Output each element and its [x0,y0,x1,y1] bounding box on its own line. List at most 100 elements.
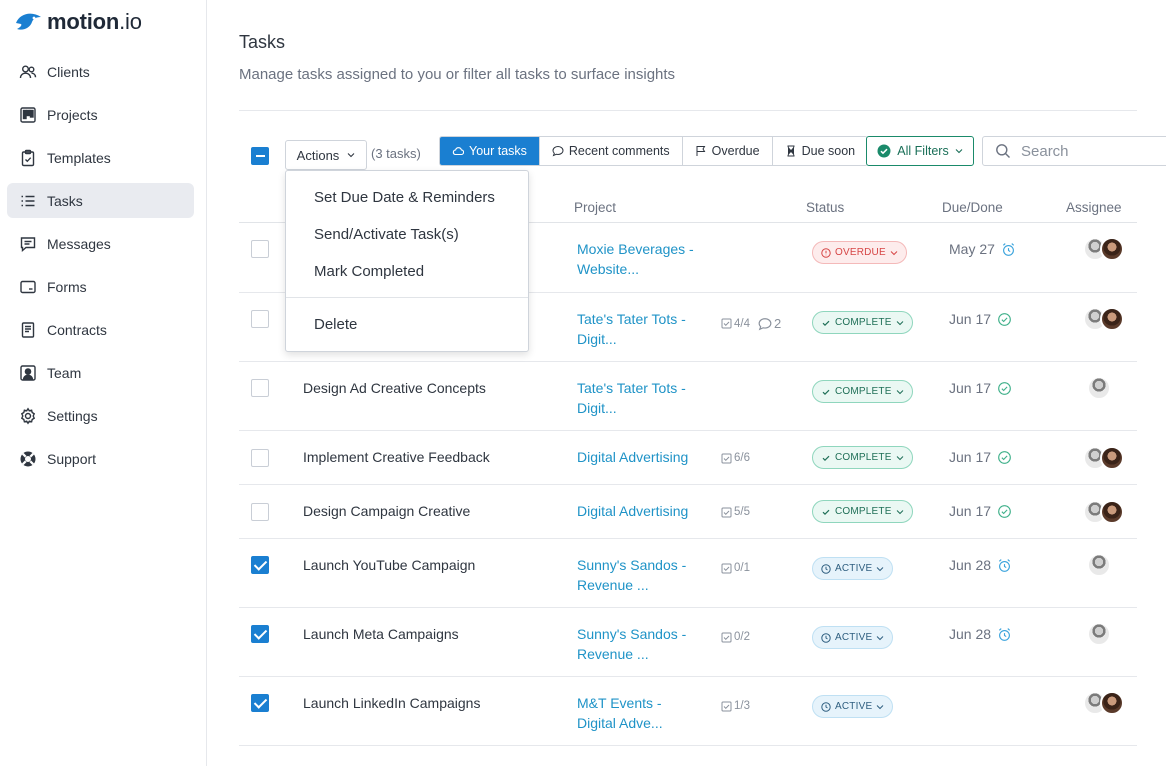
checklist-progress: 4/4 [721,318,750,330]
task-name[interactable]: Launch LinkedIn Campaigns [303,695,480,711]
column-header-assignee[interactable]: Assignee [1066,200,1122,215]
task-meta: 1/3 [721,700,750,712]
due-date-text: Jun 28 [949,626,992,642]
tab-your-tasks[interactable]: Your tasks [440,137,540,165]
task-name[interactable]: Launch YouTube Campaign [303,557,475,573]
status-icon [821,632,831,643]
row-checkbox[interactable] [251,379,269,397]
status-badge[interactable]: OVERDUE [812,241,907,264]
search-field[interactable] [982,136,1166,166]
status-label: COMPLETE [835,386,892,397]
due-date-text: Jun 17 [949,449,992,465]
checkbox-icon [721,507,732,517]
table-row[interactable]: Design Campaign Creative Digital Advertis… [239,485,1137,539]
project-link[interactable]: Tate's Tater Tots - Digit... [577,309,699,349]
actions-label: Actions [296,147,340,163]
assignee-avatars[interactable] [1083,500,1124,524]
due-date-text: Jun 17 [949,311,992,327]
project-link[interactable]: Moxie Beverages - Website... [577,239,699,279]
project-link[interactable]: M&T Events - Digital Adve... [577,693,699,733]
assignee-avatars[interactable] [1083,376,1111,400]
comment-count-wrap[interactable]: 2 [758,316,781,331]
sidebar-item-forms[interactable]: Forms [7,269,194,304]
checkbox-icon [721,318,732,329]
chevron-down-icon [876,566,884,571]
hourglass-icon [787,145,795,157]
assignee-avatars[interactable] [1083,237,1124,261]
select-all-checkbox[interactable] [251,147,269,165]
table-row[interactable]: Design Ad Creative Concepts Tate's Tater … [239,362,1137,431]
column-header-project[interactable]: Project [574,200,616,215]
logo[interactable]: motion.io [14,9,142,35]
table-row[interactable]: Launch Meta Campaigns Sunny's Sandos - Re… [239,608,1137,677]
task-name[interactable]: Design Campaign Creative [303,503,470,519]
sidebar-item-projects[interactable]: Projects [7,97,194,132]
sidebar-item-contracts[interactable]: Contracts [7,312,194,347]
table-row[interactable]: Launch YouTube Campaign Sunny's Sandos - … [239,539,1137,608]
task-name[interactable]: Design Ad Creative Concepts [303,380,486,396]
row-checkbox[interactable] [251,694,269,712]
project-link[interactable]: Digital Advertising [577,447,699,467]
logo-brand: motion [47,9,120,34]
sidebar-item-tasks[interactable]: Tasks [7,183,194,218]
checkbox-icon [721,453,732,463]
row-checkbox[interactable] [251,503,269,521]
chevron-down-icon [955,149,963,154]
all-filters-button[interactable]: All Filters [866,136,974,166]
sidebar-item-settings[interactable]: Settings [7,398,194,433]
search-input[interactable] [1021,142,1161,160]
status-badge[interactable]: COMPLETE [812,311,913,334]
check-circle-icon [998,381,1011,395]
column-header-due[interactable]: Due/Done [942,200,1003,215]
chevron-down-icon [347,153,355,158]
task-name[interactable]: Implement Creative Feedback [303,449,490,465]
table-row[interactable]: Launch LinkedIn Campaigns M&T Events - Di… [239,677,1137,746]
sidebar-item-messages[interactable]: Messages [7,226,194,261]
assignee-avatars[interactable] [1083,307,1124,331]
status-badge[interactable]: ACTIVE [812,695,894,718]
task-meta: 0/2 [721,631,750,643]
menu-item-mark-completed[interactable]: Mark Completed [314,263,424,280]
assignee-avatars[interactable] [1083,691,1124,715]
project-link[interactable]: Sunny's Sandos - Revenue ... [577,555,699,595]
project-link[interactable]: Digital Advertising [577,501,699,521]
assignee-avatars[interactable] [1083,622,1111,646]
status-badge[interactable]: ACTIVE [812,626,894,649]
status-badge[interactable]: COMPLETE [812,446,913,469]
sidebar-item-support[interactable]: Support [7,441,194,476]
menu-item-delete[interactable]: Delete [314,316,357,333]
due-date: Jun 17 [949,503,1012,519]
project-link[interactable]: Tate's Tater Tots - Digit... [577,378,699,418]
tab-overdue[interactable]: Overdue [682,137,773,165]
row-checkbox[interactable] [251,449,269,467]
tab-due-soon[interactable]: Due soon [772,137,868,165]
flag-icon [696,146,706,156]
check-circle-icon [998,450,1011,464]
status-badge[interactable]: ACTIVE [812,557,894,580]
row-checkbox[interactable] [251,625,269,643]
status-icon [822,455,830,461]
actions-menu: Set Due Date & Reminders Send/Activate T… [285,170,529,352]
status-badge[interactable]: COMPLETE [812,500,913,523]
project-link[interactable]: Sunny's Sandos - Revenue ... [577,624,699,664]
checklist-count: 6/6 [734,452,750,464]
row-checkbox[interactable] [251,556,269,574]
menu-item-send-activate[interactable]: Send/Activate Task(s) [314,226,459,243]
row-checkbox[interactable] [251,240,269,258]
assignee-avatars[interactable] [1083,553,1111,577]
column-header-status[interactable]: Status [806,200,844,215]
table-row[interactable]: Implement Creative Feedback Digital Adver… [239,431,1137,485]
actions-dropdown-button[interactable]: Actions [285,140,367,170]
due-date: Jun 17 [949,311,1012,327]
sidebar-item-label: Tasks [47,192,83,209]
status-badge[interactable]: COMPLETE [812,380,913,403]
task-name[interactable]: Launch Meta Campaigns [303,626,459,642]
sidebar-item-templates[interactable]: Templates [7,140,194,175]
alarm-icon [1002,242,1014,256]
assignee-avatars[interactable] [1083,446,1124,470]
row-checkbox[interactable] [251,310,269,328]
sidebar-item-clients[interactable]: Clients [7,54,194,89]
sidebar-item-team[interactable]: Team [7,355,194,390]
menu-item-set-due-date[interactable]: Set Due Date & Reminders [314,189,495,206]
tab-recent-comments[interactable]: Recent comments [539,137,683,165]
